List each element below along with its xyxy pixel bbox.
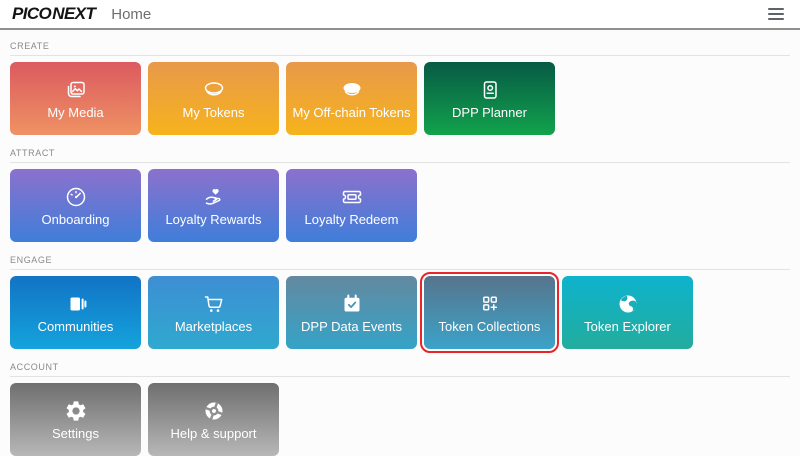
page-title: Home [111,6,151,23]
tile-label: Loyalty Rewards [165,212,261,227]
tile-label: Help & support [171,426,257,441]
section-label: ATTRACT [10,147,790,159]
tile-marketplaces[interactable]: Marketplaces [148,276,279,349]
collection-add-icon [478,292,502,316]
tile-my-off-chain-tokens[interactable]: My Off-chain Tokens [286,62,417,135]
section-label: CREATE [10,40,790,52]
tile-label: My Tokens [183,105,245,120]
tile-label: Token Collections [439,319,541,334]
tile-label: Token Explorer [584,319,671,334]
gear-icon [64,399,88,423]
tile-row: Settings Help & support [10,383,790,456]
cart-icon [202,292,226,316]
section-create: CREATE My Media My Tokens My Off-chain T… [10,40,790,135]
hamburger-bar [768,8,784,11]
section-account: ACCOUNT Settings Help & support [10,361,790,456]
tile-row: Communities Marketplaces DPP Data Events… [10,276,790,349]
cards-stack-icon [64,292,88,316]
tile-onboarding[interactable]: Onboarding [10,169,141,242]
photos-icon [64,78,88,102]
speedometer-icon [64,185,88,209]
brand-logo: PICO NEXT [12,4,95,24]
hamburger-menu-icon[interactable] [764,4,788,25]
hamburger-bar [768,13,784,16]
tile-loyalty-rewards[interactable]: Loyalty Rewards [148,169,279,242]
coin-outline-icon [202,78,226,102]
globe-icon [616,292,640,316]
tile-my-tokens[interactable]: My Tokens [148,62,279,135]
section-label: ACCOUNT [10,361,790,373]
tile-help-support[interactable]: Help & support [148,383,279,456]
tile-label: Settings [52,426,99,441]
tile-label: Marketplaces [175,319,252,334]
hamburger-bar [768,18,784,21]
dashboard-grid: CREATE My Media My Tokens My Off-chain T… [0,40,800,456]
section-engage: ENGAGE Communities Marketplaces DPP Data… [10,254,790,349]
ticket-icon [340,185,364,209]
passport-icon [478,78,502,102]
tile-loyalty-redeem[interactable]: Loyalty Redeem [286,169,417,242]
tile-label: DPP Planner [452,105,527,120]
tile-label: Communities [38,319,114,334]
section-label: ENGAGE [10,254,790,266]
tile-token-collections[interactable]: Token Collections [424,276,555,349]
coin-filled-icon [340,78,364,102]
section-divider [10,55,790,56]
tile-dpp-planner[interactable]: DPP Planner [424,62,555,135]
app-root: PICO NEXT Home CREATE My Media My Tokens… [0,0,800,456]
tile-token-explorer[interactable]: Token Explorer [562,276,693,349]
tile-label: Loyalty Redeem [305,212,399,227]
tile-settings[interactable]: Settings [10,383,141,456]
section-divider [10,376,790,377]
tile-label: My Off-chain Tokens [292,105,410,120]
calendar-check-icon [340,292,364,316]
tile-row: My Media My Tokens My Off-chain Tokens D… [10,62,790,135]
tile-my-media[interactable]: My Media [10,62,141,135]
tile-communities[interactable]: Communities [10,276,141,349]
section-attract: ATTRACT Onboarding Loyalty Rewards Loyal… [10,147,790,242]
tile-dpp-data-events[interactable]: DPP Data Events [286,276,417,349]
topbar: PICO NEXT Home [0,0,800,30]
tile-label: DPP Data Events [301,319,402,334]
tile-label: My Media [47,105,103,120]
tile-row: Onboarding Loyalty Rewards Loyalty Redee… [10,169,790,242]
section-divider [10,162,790,163]
hand-heart-icon [202,185,226,209]
section-divider [10,269,790,270]
lifebuoy-icon [202,399,226,423]
tile-label: Onboarding [42,212,110,227]
